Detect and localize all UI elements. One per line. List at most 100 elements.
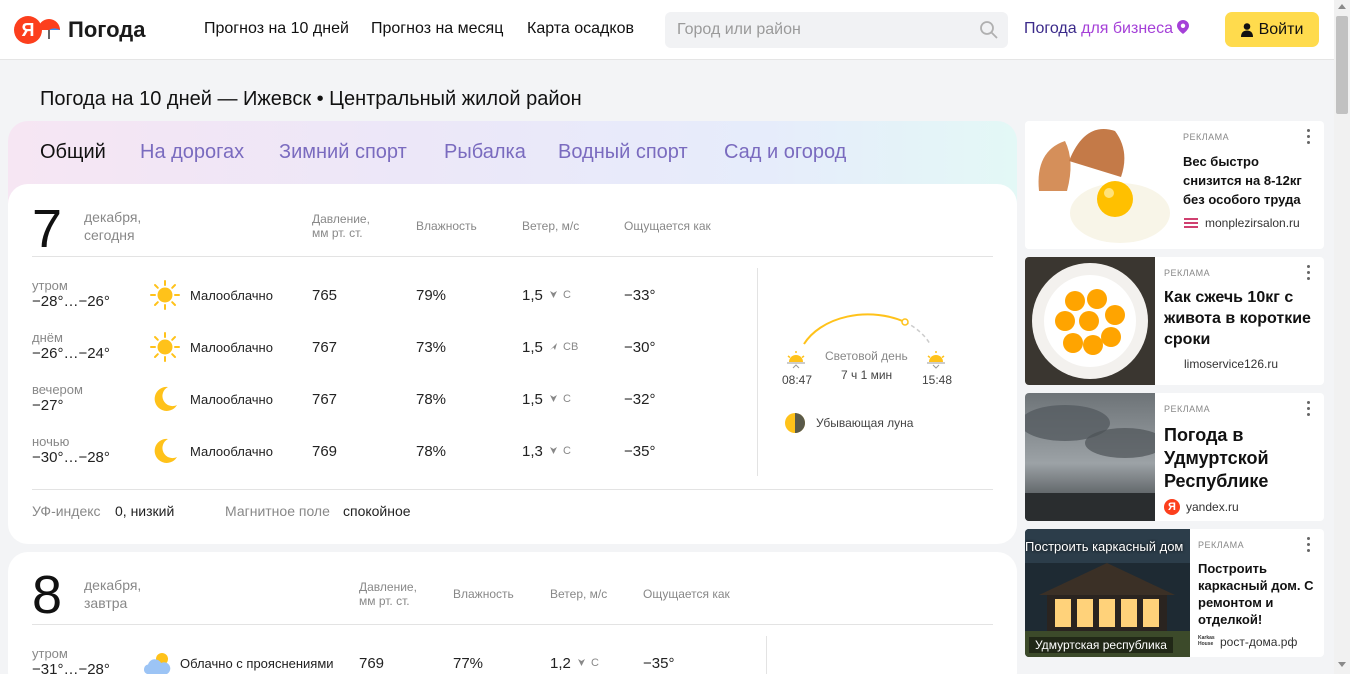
wind-arrow-icon [550, 291, 557, 298]
ad-title: Погода в Удмуртской Республике [1164, 425, 1269, 491]
humidity-value: 73% [416, 339, 447, 356]
pressure-value: 767 [312, 339, 338, 356]
uv-value: 0, низкий [115, 503, 175, 519]
wind-value: 1,2 [550, 655, 571, 672]
wind-arrow-icon [550, 395, 557, 402]
moon-phase-icon [785, 413, 805, 433]
feels-like-value: −33° [624, 287, 656, 304]
wind-direction: С [591, 657, 599, 669]
search-icon[interactable] [979, 20, 999, 40]
day-relative: сегодня [84, 227, 135, 243]
page-scrollbar[interactable] [1334, 0, 1350, 674]
wind-arrow-icon [550, 447, 557, 454]
col-pressure-2: мм рт. ст. [312, 226, 363, 240]
condition: Малооблачно [190, 392, 273, 407]
temperature-range: −28°…−26° [32, 293, 110, 310]
feels-like-value: −35° [624, 443, 656, 460]
sun-icon [150, 280, 180, 310]
tab-fishing[interactable]: Рыбалка [444, 141, 526, 164]
tab-general[interactable]: Общий [40, 141, 106, 164]
temperature-range: −31°…−28° [32, 661, 110, 674]
col-pressure-2: мм рт. ст. [359, 594, 410, 608]
more-options-icon[interactable] [1307, 537, 1311, 555]
day-part: ночью [32, 434, 70, 449]
nav-10-days[interactable]: Прогноз на 10 дней [204, 20, 349, 38]
logo-text: Погода [68, 17, 146, 42]
sunset-icon [927, 351, 945, 369]
tab-garden[interactable]: Сад и огород [724, 141, 846, 164]
nav-month[interactable]: Прогноз на месяц [371, 20, 503, 38]
ad-image-eggs [1025, 121, 1175, 249]
more-options-icon[interactable] [1307, 401, 1311, 419]
ad-label: РЕКЛАМА [1164, 404, 1211, 414]
user-icon [1240, 22, 1253, 37]
temperature-range: −30°…−28° [32, 449, 110, 466]
nav-precip-map[interactable]: Карта осадков [527, 20, 634, 38]
col-pressure-1: Давление, [312, 212, 370, 226]
ad-source: рост-дома.рф [1220, 635, 1298, 649]
sun-icon [150, 332, 180, 362]
umbrella-icon [38, 19, 60, 39]
day-card-today: 7 декабря, сегодня Давление, мм рт. ст. … [8, 184, 1017, 544]
search-input[interactable] [665, 12, 1008, 48]
pressure-value: 765 [312, 287, 338, 304]
scroll-thumb[interactable] [1336, 16, 1348, 114]
ad-image-yolks [1025, 257, 1155, 385]
divider [766, 636, 767, 674]
wind-direction: С [563, 393, 571, 405]
moon-icon [154, 386, 177, 411]
ad-card[interactable]: РЕКЛАМА Как сжечь 10кг с живота в коротк… [1025, 257, 1324, 385]
wind-direction: С [563, 445, 571, 457]
humidity-value: 78% [416, 443, 447, 460]
daylight-value: 7 ч 1 мин [841, 368, 893, 382]
day-month: декабря, [84, 577, 142, 593]
more-options-icon[interactable] [1307, 265, 1311, 283]
daylight-label: Световой день [825, 349, 908, 363]
page-title: Погода на 10 дней — Ижевск • Центральный… [40, 88, 582, 110]
scroll-up-arrow-icon[interactable] [1338, 4, 1346, 9]
wind-direction: С [563, 289, 571, 301]
ad-label: РЕКЛАМА [1164, 268, 1211, 278]
login-button[interactable]: Войти [1225, 12, 1319, 47]
day-number: 8 [32, 565, 63, 625]
ad-card[interactable]: Построить каркасный дом Удмуртская респу… [1025, 529, 1324, 657]
sunrise-time: 08:47 [782, 373, 813, 387]
feels-like-value: −35° [643, 655, 675, 672]
source-logo-icon [1184, 218, 1198, 228]
weather-business-link[interactable]: Погода для бизнеса [1024, 20, 1190, 38]
col-pressure-1: Давление, [359, 580, 417, 594]
tab-water-sport[interactable]: Водный спорт [558, 141, 688, 164]
wind-value: 1,5 [522, 339, 543, 356]
condition: Малооблачно [190, 288, 273, 303]
day-part: днём [32, 330, 63, 345]
day-part: утром [32, 646, 68, 661]
tab-roads[interactable]: На дорогах [140, 141, 244, 164]
feels-like-value: −30° [624, 339, 656, 356]
feels-like-value: −32° [624, 391, 656, 408]
top-header: Я Погода Прогноз на 10 дней Прогноз на м… [0, 0, 1334, 60]
ad-card[interactable]: РЕКЛАМА Вес быстро снизится на 8-12кг бе… [1025, 121, 1324, 249]
source-logo-icon: Karkas House [1198, 635, 1215, 647]
day-month: декабря, [84, 209, 142, 225]
humidity-value: 79% [416, 287, 447, 304]
col-feels: Ощущается как [643, 587, 730, 601]
ad-title: Построить каркасный дом. С ремонтом и от… [1198, 561, 1314, 627]
tab-winter-sport[interactable]: Зимний спорт [279, 141, 407, 164]
col-feels: Ощущается как [624, 219, 711, 233]
divider [32, 624, 993, 625]
scroll-down-arrow-icon[interactable] [1338, 662, 1346, 667]
ad-card[interactable]: РЕКЛАМА Погода в Удмуртской Республике Я… [1025, 393, 1324, 521]
ad-source: yandex.ru [1186, 500, 1239, 514]
moon-phase: Убывающая луна [816, 416, 914, 430]
ad-label: РЕКЛАМА [1183, 132, 1230, 142]
ad-source: monplezirsalon.ru [1205, 216, 1300, 230]
yandex-weather-logo[interactable]: Я Погода [14, 16, 145, 44]
wind-value: 1,3 [522, 443, 543, 460]
temperature-range: −27° [32, 397, 64, 414]
ad-image-clouds [1025, 393, 1155, 521]
pressure-value: 767 [312, 391, 338, 408]
wind-arrow-icon [578, 659, 585, 666]
condition: Малооблачно [190, 340, 273, 355]
more-options-icon[interactable] [1307, 129, 1311, 147]
wind-value: 1,5 [522, 391, 543, 408]
